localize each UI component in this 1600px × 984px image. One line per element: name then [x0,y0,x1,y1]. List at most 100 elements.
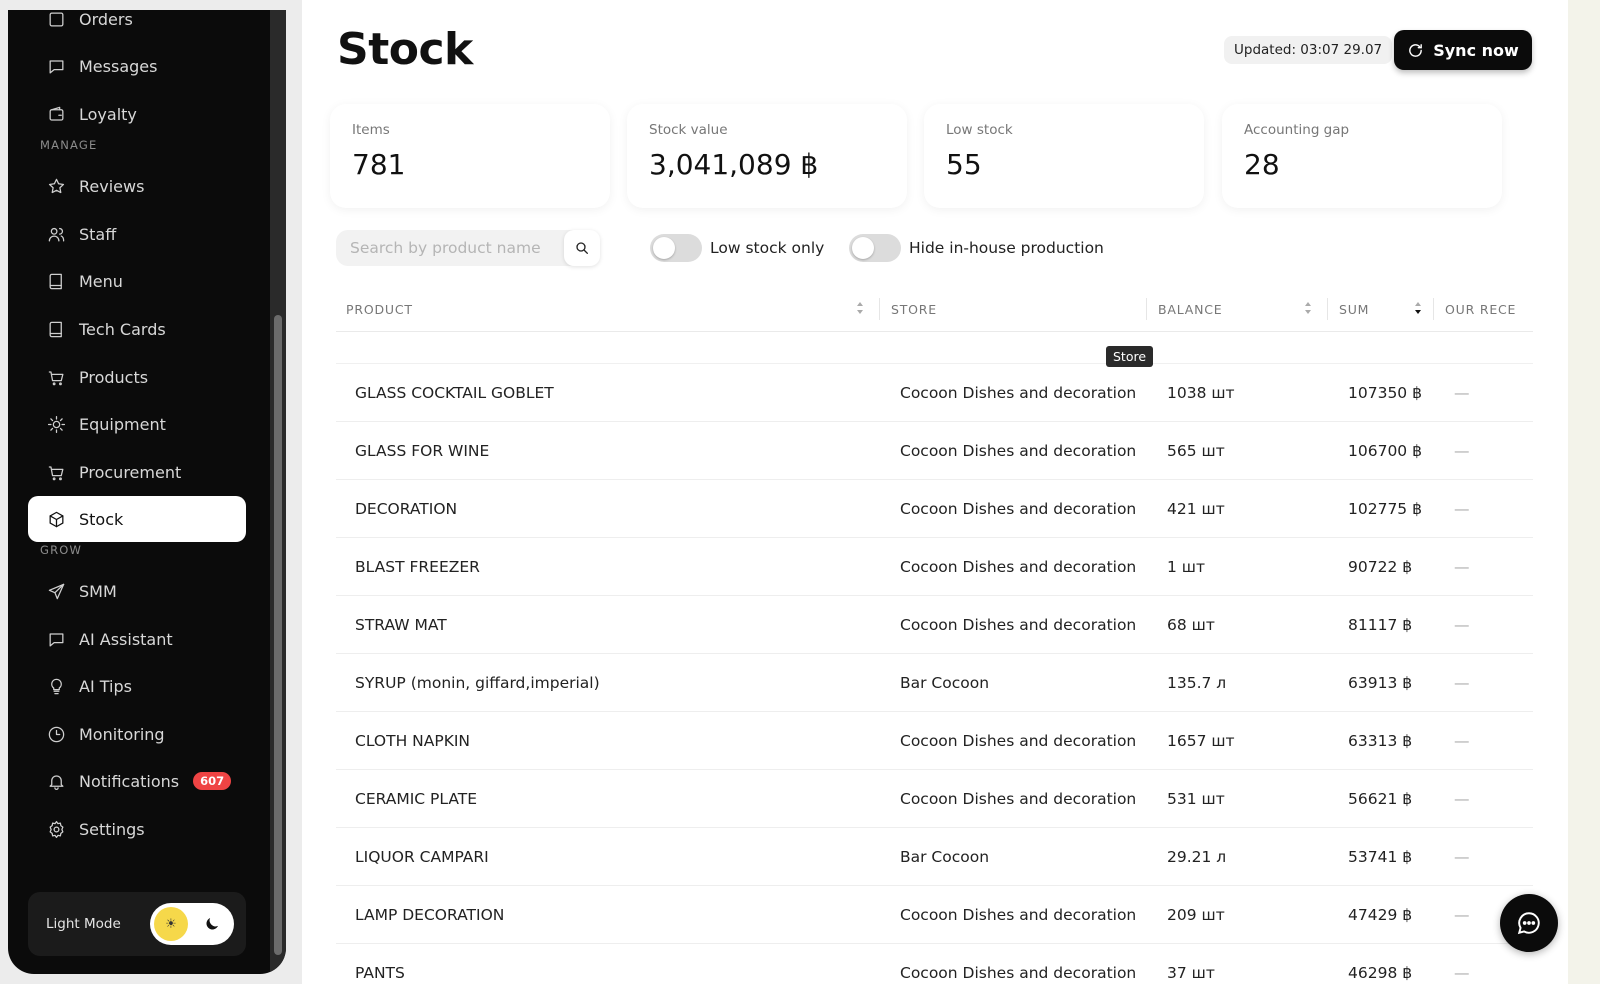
sidebar-item-staff[interactable]: Staff [28,211,246,257]
sidebar-item-procurement[interactable]: Procurement [28,449,246,495]
table-row[interactable]: PANTS Cocoon Dishes and decoration 37 шт 46… [336,944,1533,984]
sidebar-item-reviews[interactable]: Reviews [28,163,246,209]
cell-product: GLASS COCKTAIL GOBLET [355,384,554,402]
cell-product: LIQUOR CAMPARI [355,848,489,866]
table-row[interactable]: GLASS FOR WINE Cocoon Dishes and decorati… [336,422,1533,480]
low-stock-label: Low stock only [710,239,825,257]
table-header: PRODUCT STORE BALANCE SUM OUR RECE [336,286,1533,332]
sidebar-item-label: Stock [79,509,124,529]
column-header-store[interactable]: STORE [891,302,937,317]
table-row[interactable]: DECORATION Cocoon Dishes and decoration 42… [336,480,1533,538]
sidebar-item-label: Notifications [79,771,180,791]
sidebar-item-label: Procurement [79,462,182,482]
orders-icon [46,10,66,29]
column-separator [1327,298,1328,320]
sidebar-item-menu[interactable]: Menu [28,258,246,304]
sidebar-item-settings[interactable]: Settings [28,806,246,852]
cell-sum: 53741 ฿ [1348,848,1413,866]
column-header-product[interactable]: PRODUCT [346,302,413,317]
sun-icon[interactable]: ☀ [154,907,188,941]
sort-icon[interactable] [1303,299,1313,317]
message-icon [46,56,66,76]
hide-inhouse-toggle[interactable] [849,234,901,262]
cell-balance: 1657 шт [1167,732,1235,750]
star-icon [46,176,66,196]
column-header-balance[interactable]: BALANCE [1158,302,1223,317]
sidebar-scrollbar[interactable] [270,10,286,974]
sidebar-item-smm[interactable]: SMM [28,568,246,614]
sidebar-scroll-thumb[interactable] [274,315,282,955]
column-label: OUR RECE [1445,302,1517,317]
sort-desc-icon[interactable] [1413,299,1423,317]
theme-mode-panel: Light Mode ☀ [28,892,246,956]
stat-card-items: Items 781 [330,104,610,208]
table-row[interactable]: STRAW MAT Cocoon Dishes and decoration 68 … [336,596,1533,654]
sidebar-item-messages[interactable]: Messages [28,43,246,89]
hide-inhouse-label: Hide in-house production [909,239,1104,257]
cell-store: Cocoon Dishes and decoration [900,964,1137,982]
column-separator [1146,298,1147,320]
sidebar-item-ai-tips[interactable]: AI Tips [28,663,246,709]
toggle-knob [653,237,675,259]
table-row[interactable]: BLAST FREEZER Cocoon Dishes and decoratio… [336,538,1533,596]
sidebar-item-stock[interactable]: Stock [28,496,246,542]
box-icon [46,509,66,529]
column-label: STORE [891,302,937,317]
search-button[interactable] [564,230,600,266]
low-stock-toggle[interactable] [650,234,702,262]
column-label: PRODUCT [346,302,413,317]
cell-balance: 135.7 л [1167,674,1227,692]
cell-product: LAMP DECORATION [355,906,505,924]
sidebar-item-products[interactable]: Products [28,354,246,400]
column-header-our-receipt[interactable]: OUR RECE [1445,302,1516,317]
sidebar-item-tech-cards[interactable]: Tech Cards [28,306,246,352]
mode-label: Light Mode [46,916,121,932]
cell-our-receipt: — [1454,964,1470,982]
sync-now-button[interactable]: Sync now [1394,30,1532,70]
sidebar-item-label: Loyalty [79,104,137,124]
chat-button[interactable] [1500,894,1558,952]
table-row[interactable]: GLASS COCKTAIL GOBLET Cocoon Dishes and d… [336,364,1533,422]
cell-store: Cocoon Dishes and decoration [900,790,1137,808]
search-field [336,230,598,266]
toggle-knob [852,237,874,259]
section-label-manage: MANAGE [40,138,98,152]
sidebar-item-ai-assistant[interactable]: AI Assistant [28,616,246,662]
stat-card-accounting-gap: Accounting gap 28 [1222,104,1502,208]
cell-sum: 47429 ฿ [1348,906,1413,924]
cell-our-receipt: — [1454,674,1470,692]
message-icon [46,629,66,649]
table-row[interactable]: LAMP DECORATION Cocoon Dishes and decorat… [336,886,1533,944]
cell-sum: 106700 ฿ [1348,442,1422,460]
updated-timestamp: Updated: 03:07 29.07 [1224,36,1393,64]
sidebar-item-monitoring[interactable]: Monitoring [28,711,246,757]
column-header-sum[interactable]: SUM [1339,302,1369,317]
sidebar-item-label: Equipment [79,414,166,434]
cell-product: CLOTH NAPKIN [355,732,471,750]
cell-store: Cocoon Dishes and decoration [900,384,1137,402]
sidebar-item-notifications[interactable]: Notifications 607 [28,758,246,804]
sidebar-item-equipment[interactable]: Equipment [28,401,246,447]
cell-store: Bar Cocoon [900,848,990,866]
page-edge [1568,0,1600,984]
cell-our-receipt: — [1454,500,1470,518]
search-input[interactable] [336,230,566,266]
cell-product: SYRUP (monin, giffard,imperial) [355,674,600,692]
cell-balance: 565 шт [1167,442,1225,460]
sidebar-item-loyalty[interactable]: Loyalty [28,91,246,137]
table-row[interactable]: CLOTH NAPKIN Cocoon Dishes and decoration… [336,712,1533,770]
moon-icon[interactable] [200,912,224,936]
cell-store: Bar Cocoon [900,674,990,692]
sidebar-item-label: Tech Cards [79,319,166,339]
theme-toggle[interactable]: ☀ [150,903,234,945]
cell-our-receipt: — [1454,616,1470,634]
table-row[interactable]: LIQUOR CAMPARI Bar Cocoon 29.21 л 53741 ฿ — [336,828,1533,886]
table-row[interactable]: SYRUP (monin, giffard,imperial) Bar Cocoo… [336,654,1533,712]
sort-icon[interactable] [855,299,865,317]
cell-balance: 37 шт [1167,964,1215,982]
table-row[interactable]: CERAMIC PLATE Cocoon Dishes and decoratio… [336,770,1533,828]
stock-table: PRODUCT STORE BALANCE SUM OUR RECE Store… [336,286,1533,984]
sidebar-item-orders[interactable]: Orders [28,10,246,42]
cell-our-receipt: — [1454,732,1470,750]
cell-product: GLASS FOR WINE [355,442,490,460]
